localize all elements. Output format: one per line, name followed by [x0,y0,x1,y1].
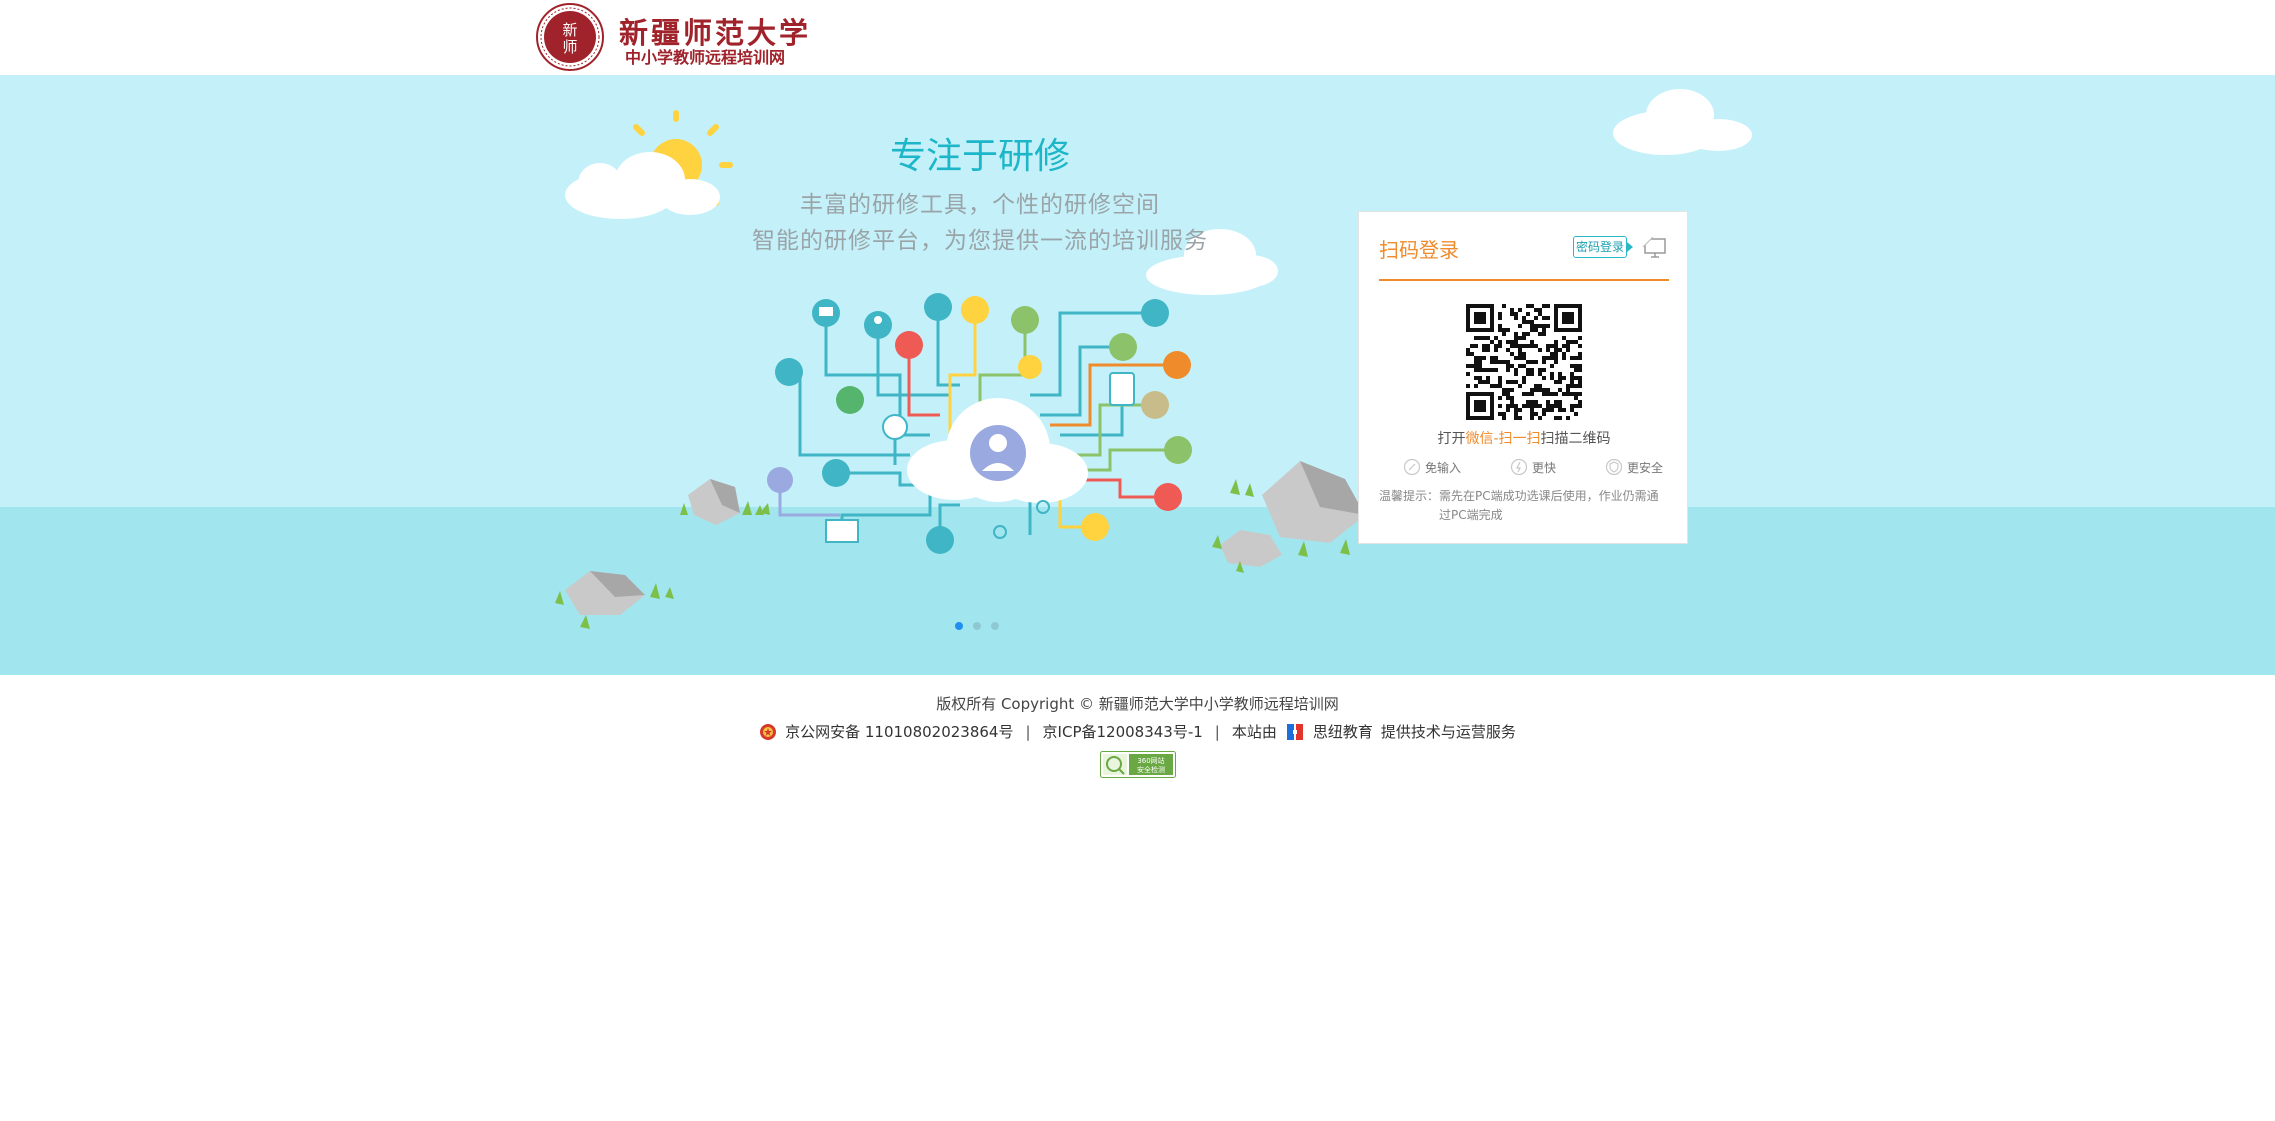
divider: | [1025,722,1031,741]
carousel-dot-3[interactable] [991,622,999,630]
shield-icon [1605,458,1623,476]
feature-safer: 更安全 [1605,458,1663,476]
banner-title: 专注于研修 [889,136,1070,177]
svg-text:新: 新 [562,21,577,39]
carousel-dot-1[interactable] [955,622,963,630]
monitor-icon[interactable] [1642,236,1668,260]
service-text: 提供技术与运营服务 [1380,723,1516,741]
qr-login-title: 扫码登录 [1379,238,1459,262]
badge-text-1: 360网站 [1137,756,1164,765]
police-badge-icon [760,723,777,740]
password-login-button[interactable]: 密码登录 [1573,236,1633,258]
site-logo[interactable]: 新 师 新疆师范大学 中小学教师远程培训网 [535,2,808,72]
feature-label: 更快 [1531,460,1556,475]
hero-banner: 专注于研修 丰富的研修工具，个性的研修空间 智能的研修平台，为您提供一流的培训服… [0,75,2275,675]
scan-prefix: 打开 [1437,431,1466,447]
provider-link[interactable]: 思纽教育 [1313,721,1373,742]
no-input-icon [1403,458,1421,476]
badge-text-2: 安全检测 [1137,765,1165,774]
tip-label: 温馨提示： [1379,489,1440,503]
qr-code-icon [1466,304,1582,420]
footer-records: 京公网安备 11010802023864号 | 京ICP备12008343号-1… [0,721,2275,742]
feature-list: 免输入 更快 更安全 [1403,458,1663,476]
faster-icon [1510,458,1528,476]
carousel-dot-2[interactable] [973,622,981,630]
icp-record-link[interactable]: 京ICP备12008343号-1 [1043,721,1203,742]
tip-text: 需先在PC端成功选课后使用，作业仍需通过PC端完成 [1439,489,1659,522]
feature-label: 更安全 [1626,460,1663,475]
svg-text:师: 师 [562,38,577,56]
copyright-text: 版权所有 Copyright © 新疆师范大学中小学教师远程培训网 [936,695,1339,713]
university-seal-icon: 新 师 [536,3,604,71]
login-panel: 扫码登录 密码登录 打开微信-扫一扫扫描二维码 免输入 更快 更安全 温馨提示：… [1358,211,1688,544]
feature-label: 免输入 [1425,460,1462,475]
site-header: 新 师 新疆师范大学 中小学教师远程培训网 [0,0,2275,75]
site-by-text: 本站由 [1231,723,1277,741]
feature-no-input: 免输入 [1403,458,1461,476]
site-footer: 版权所有 Copyright © 新疆师范大学中小学教师远程培训网 京公网安备 … [0,675,2275,795]
scan-suffix: 扫描二维码 [1540,431,1611,447]
provider-logo-icon [1286,723,1303,740]
police-record-link[interactable]: 京公网安备 11010802023864号 [785,721,1013,742]
divider: | [1214,722,1220,741]
carousel-dots [955,622,999,634]
banner-tagline-1: 丰富的研修工具，个性的研修空间 [800,192,1160,218]
scan-instruction: 打开微信-扫一扫扫描二维码 [1359,428,1689,448]
site-subtitle: 中小学教师远程培训网 [625,48,786,67]
banner-tagline-2: 智能的研修平台，为您提供一流的培训服务 [752,228,1208,254]
feature-faster: 更快 [1510,458,1556,476]
scan-highlight: 微信-扫一扫 [1465,431,1541,447]
title-underline [1379,279,1669,281]
security-360-badge[interactable]: 360网站 安全检测 [1100,751,1176,778]
